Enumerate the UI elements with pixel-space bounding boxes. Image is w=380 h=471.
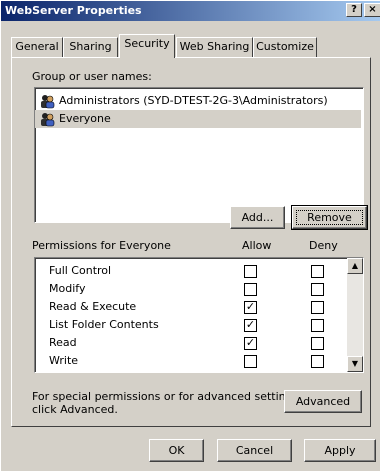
focus-ring: [296, 210, 363, 225]
permissions-list[interactable]: Full Control Modify Read & Execute ✓ List Fo…: [34, 257, 364, 373]
permission-name: Read & Execute: [49, 300, 137, 313]
list-item-administrators[interactable]: Administrators (SYD-DTEST-2G-3\Administr…: [35, 92, 361, 110]
permission-name: Read: [49, 336, 77, 349]
scroll-down-button[interactable]: ▼: [347, 356, 363, 372]
allow-checkbox[interactable]: ✓: [244, 337, 257, 350]
permission-row: Write: [35, 352, 347, 370]
add-button[interactable]: Add...: [230, 206, 285, 229]
advanced-hint-line1: For special permissions or for advanced …: [32, 390, 302, 403]
deny-column-header: Deny: [309, 239, 338, 252]
deny-checkbox[interactable]: [311, 283, 324, 296]
list-item-everyone[interactable]: Everyone: [35, 110, 361, 128]
deny-checkbox[interactable]: [311, 265, 324, 278]
security-panel: Group or user names: Administrators (SYD…: [11, 57, 371, 427]
permission-name: Modify: [49, 282, 86, 295]
permission-row: Modify: [35, 280, 347, 298]
tab-general[interactable]: General: [11, 37, 63, 57]
deny-checkbox[interactable]: [311, 319, 324, 332]
allow-checkbox[interactable]: ✓: [244, 319, 257, 332]
user-list[interactable]: Administrators (SYD-DTEST-2G-3\Administr…: [34, 87, 364, 223]
deny-checkbox[interactable]: [311, 355, 324, 368]
title-bar[interactable]: WebServer Properties ? ×: [1, 1, 380, 21]
ok-button[interactable]: OK: [149, 439, 204, 462]
advanced-hint-line2: click Advanced.: [32, 403, 118, 416]
allow-checkbox[interactable]: [244, 283, 257, 296]
properties-dialog: WebServer Properties ? × General Sharing…: [0, 0, 380, 471]
permission-name: List Folder Contents: [49, 318, 159, 331]
user-group-icon: [41, 95, 55, 109]
permission-row: Read ✓: [35, 334, 347, 352]
allow-checkbox[interactable]: [244, 355, 257, 368]
permission-name: Write: [49, 354, 79, 367]
user-name: Everyone: [59, 112, 111, 125]
advanced-button[interactable]: Advanced: [284, 390, 362, 413]
tab-customize[interactable]: Customize: [253, 37, 317, 57]
allow-checkbox[interactable]: [244, 265, 257, 278]
remove-button[interactable]: Remove: [291, 205, 368, 230]
permission-row: Full Control: [35, 262, 347, 280]
user-name: Administrators (SYD-DTEST-2G-3\Administr…: [59, 94, 328, 107]
group-or-user-names-label: Group or user names:: [32, 70, 152, 83]
permissions-for-label: Permissions for Everyone: [32, 239, 171, 252]
user-group-icon: [41, 113, 55, 127]
deny-checkbox[interactable]: [311, 337, 324, 350]
cancel-button[interactable]: Cancel: [217, 439, 292, 462]
tab-security[interactable]: Security: [119, 34, 175, 58]
scroll-up-button[interactable]: ▲: [347, 258, 363, 274]
allow-checkbox[interactable]: ✓: [244, 301, 257, 314]
deny-checkbox[interactable]: [311, 301, 324, 314]
permission-name: Full Control: [49, 264, 112, 277]
allow-column-header: Allow: [242, 239, 272, 252]
permission-row: Read & Execute ✓: [35, 298, 347, 316]
tab-web-sharing[interactable]: Web Sharing: [176, 37, 253, 57]
permissions-scrollbar[interactable]: ▲ ▼: [347, 258, 363, 372]
apply-button[interactable]: Apply: [304, 439, 376, 462]
permission-row: List Folder Contents ✓: [35, 316, 347, 334]
window-title: WebServer Properties: [5, 4, 142, 17]
close-button[interactable]: ×: [364, 3, 380, 17]
help-button[interactable]: ?: [346, 3, 362, 17]
tab-sharing[interactable]: Sharing: [63, 37, 118, 57]
